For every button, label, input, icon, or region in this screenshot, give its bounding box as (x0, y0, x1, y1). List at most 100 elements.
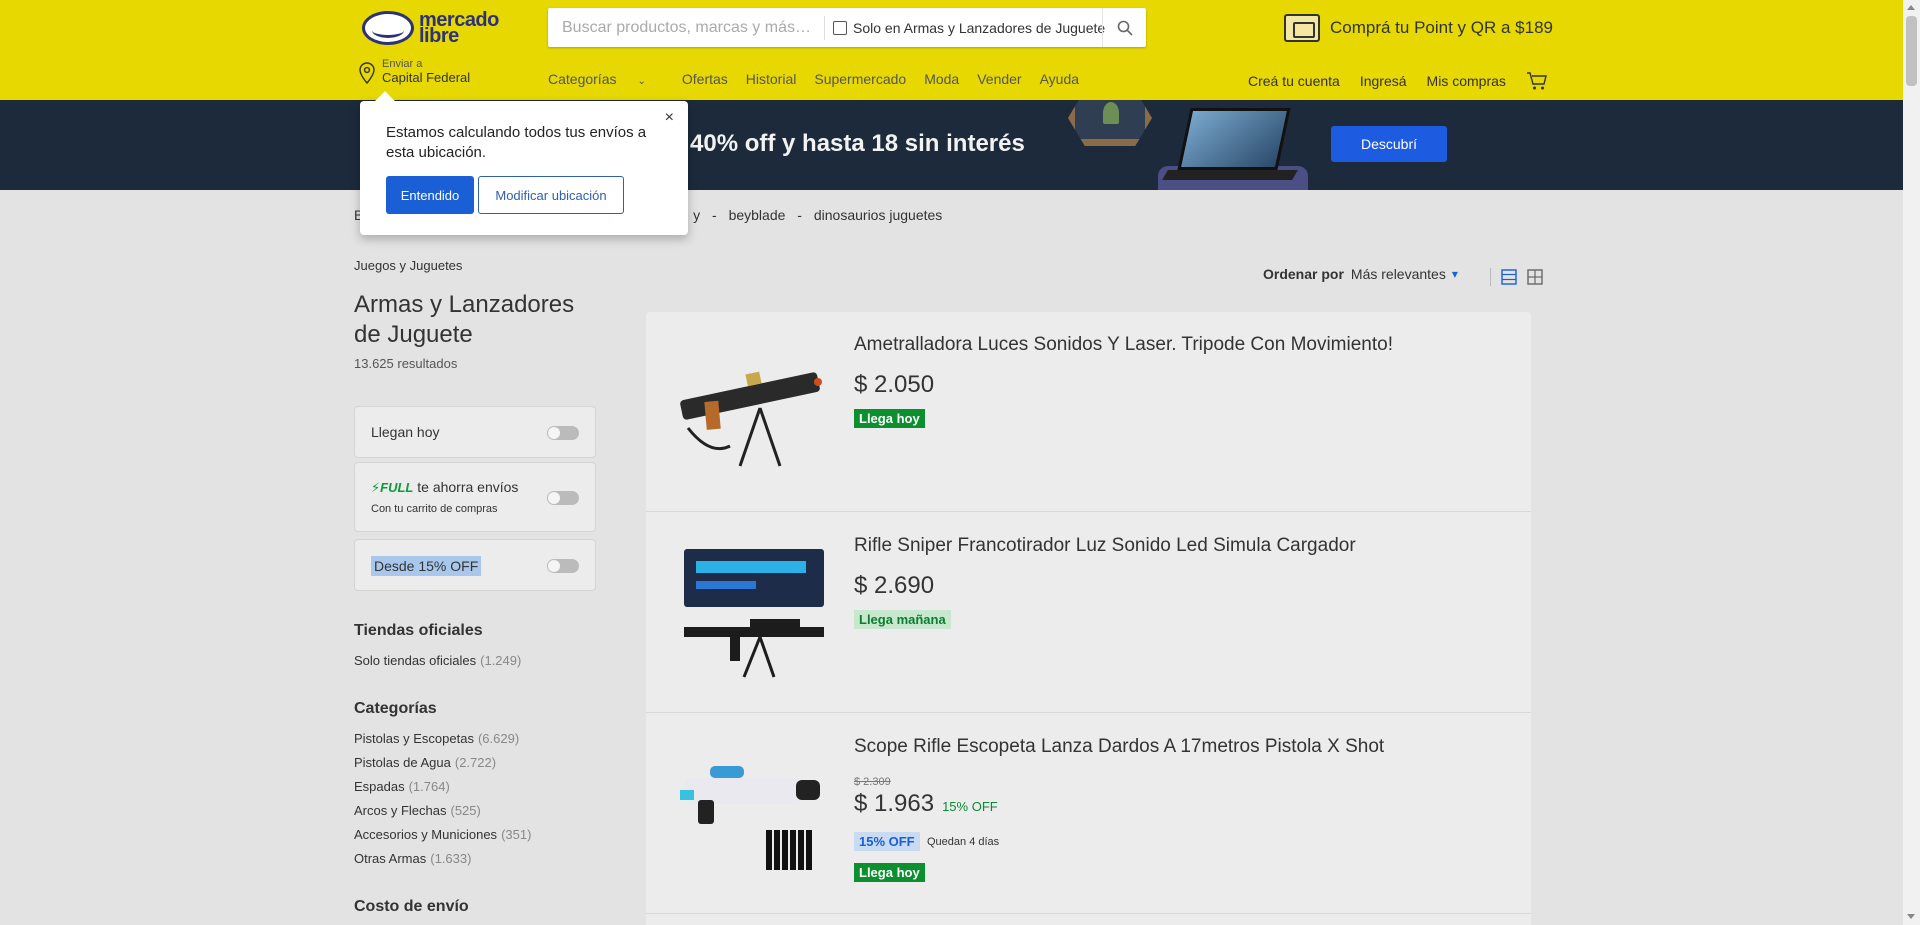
nav-historial[interactable]: Historial (746, 71, 797, 87)
results-list: Ametralladora Luces Sonidos Y Laser. Tri… (646, 312, 1531, 925)
delivery-badge: Llega mañana (854, 610, 951, 629)
list-view-icon[interactable] (1501, 269, 1517, 285)
banner-laptop-base (1162, 170, 1298, 180)
popup-message: Estamos calculando todos tus envíos a es… (386, 124, 647, 161)
categories-title: Categorías (354, 700, 437, 717)
delivery-badge: Llega hoy (854, 863, 925, 882)
product-image[interactable] (670, 336, 830, 488)
search-category-checkbox[interactable]: Solo en Armas y Lanzadores de Juguete (833, 20, 1105, 36)
nav-ofertas[interactable]: Ofertas (682, 71, 728, 87)
sort-value: Más relevantes (1350, 266, 1446, 282)
category-link[interactable]: Pistolas de Agua (2.722) (354, 755, 496, 770)
cart-icon[interactable] (1526, 71, 1548, 91)
list-item[interactable]: Ametralladora Luces Sonidos Y Laser. Tri… (646, 312, 1531, 512)
search-button[interactable] (1102, 8, 1146, 47)
official-stores-link[interactable]: Solo tiendas oficiales (1.249) (354, 653, 521, 668)
understood-button[interactable]: Entendido (386, 176, 474, 214)
filter-full-subtext: Con tu carrito de compras (371, 503, 498, 515)
full-brand: FULL (380, 480, 414, 495)
category-name: Espadas (354, 779, 405, 794)
promo-text: Comprá tu Point y QR a $189 (1330, 18, 1554, 37)
list-item[interactable]: Scope Rifle Escopeta Lanza Dardos A 17me… (646, 714, 1531, 914)
category-count: (1.764) (408, 779, 450, 794)
category-link[interactable]: Espadas (1.764) (354, 779, 450, 794)
view-toggle (1490, 268, 1543, 286)
promo-banner[interactable]: a 40% off y hasta 18 sin interés Descubr… (0, 100, 1903, 190)
product-price: $ 2.690 (854, 572, 935, 599)
filter-discount-toggle[interactable] (547, 559, 579, 573)
breadcrumb-item-dinosaurios[interactable]: dinosaurios juguetes (814, 207, 942, 223)
category-link[interactable]: Accesorios y Municiones (351) (354, 827, 531, 842)
sort-label: Ordenar por (1263, 266, 1344, 282)
nav-supermercado[interactable]: Supermercado (814, 71, 906, 87)
breadcrumb-item-beyblade[interactable]: beyblade (729, 207, 786, 223)
nav-categorias[interactable]: Categorías ⌄ (548, 71, 664, 87)
sort-control[interactable]: Ordenar por Más relevantes ▾ (1263, 266, 1458, 282)
full-logo: ⚡FULL (371, 480, 413, 495)
category-link[interactable]: Arcos y Flechas (525) (354, 803, 481, 818)
category-link[interactable]: Otras Armas (1.633) (354, 851, 471, 866)
category-link[interactable]: Pistolas y Escopetas (6.629) (354, 731, 519, 746)
nav-ayuda[interactable]: Ayuda (1040, 71, 1079, 87)
shipping-location[interactable]: Enviar a Capital Federal (358, 58, 470, 86)
category-count: (1.633) (430, 851, 472, 866)
search-filter-label: Solo en Armas y Lanzadores de Juguete (853, 19, 1106, 36)
close-icon[interactable]: × (665, 109, 674, 127)
banner-plant-illustration (1103, 102, 1119, 124)
breadcrumb-separator: - (712, 207, 717, 223)
category-name: Otras Armas (354, 851, 427, 866)
login-link[interactable]: Ingresá (1360, 73, 1407, 89)
product-price: $ 1.963 (854, 790, 935, 817)
results-count: 13.625 resultados (354, 356, 458, 371)
discover-button[interactable]: Descubrí (1331, 126, 1447, 162)
product-title[interactable]: Ametralladora Luces Sonidos Y Laser. Tri… (854, 334, 1393, 356)
location-pin-icon (359, 62, 375, 84)
list-item[interactable]: Rifle Sniper Francotirador Luz Sonido Le… (646, 513, 1531, 713)
create-account-link[interactable]: Creá tu cuenta (1248, 73, 1340, 89)
discount-percent: 15% OFF (942, 799, 998, 814)
breadcrumb-hidden-tail[interactable]: y (693, 207, 700, 223)
banner-laptop-illustration (1177, 108, 1291, 170)
search-input[interactable] (562, 18, 824, 37)
scroll-down-arrow-icon[interactable] (1907, 914, 1915, 919)
product-price: $ 2.050 (854, 371, 935, 398)
official-stores-count: (1.249) (480, 653, 522, 668)
filter-llegan-hoy: Llegan hoy (354, 406, 596, 458)
grid-view-icon[interactable] (1527, 269, 1543, 285)
search-bar: Solo en Armas y Lanzadores de Juguete (548, 8, 1146, 47)
category-count: (351) (501, 827, 532, 842)
filter-llegan-hoy-toggle[interactable] (547, 426, 579, 440)
scroll-up-arrow-icon[interactable] (1907, 5, 1915, 10)
shipping-cost-title: Costo de envío (354, 898, 469, 915)
filter-discount-tag: Desde 15% OFF (371, 556, 482, 576)
nav-moda[interactable]: Moda (924, 71, 959, 87)
category-name: Arcos y Flechas (354, 803, 447, 818)
filter-full-toggle[interactable] (547, 491, 579, 505)
sidebar-category[interactable]: Juegos y Juguetes (354, 258, 462, 273)
scroll-thumb[interactable] (1906, 16, 1917, 86)
scrollbar[interactable] (1903, 0, 1920, 925)
filter-full: ⚡FULL te ahorra envíos Con tu carrito de… (354, 462, 596, 532)
promo-point[interactable]: Comprá tu Point y QR a $189 (1284, 14, 1553, 42)
location-popup: Estamos calculando todos tus envíos a es… (360, 91, 688, 235)
product-image[interactable] (670, 738, 830, 890)
category-name: Pistolas de Agua (354, 755, 451, 770)
banner-text: a 40% off y hasta 18 sin interés (670, 130, 1025, 157)
category-count: (525) (450, 803, 481, 818)
filter-discount: Desde 15% OFF (354, 539, 596, 591)
mercadolibre-logo[interactable]: mercado libre (362, 10, 502, 46)
discount-tag: 15% OFF (854, 832, 920, 851)
category-count: (6.629) (477, 731, 520, 746)
nav-categorias-label: Categorías (548, 71, 617, 87)
change-location-button[interactable]: Modificar ubicación (478, 176, 624, 214)
chevron-down-icon: ▾ (1451, 267, 1458, 281)
checkbox-icon[interactable] (833, 20, 847, 35)
product-image[interactable] (670, 537, 830, 689)
delivery-badge: Llega hoy (854, 409, 925, 428)
product-title[interactable]: Rifle Sniper Francotirador Luz Sonido Le… (854, 535, 1356, 557)
product-old-price: $ 2.309 (854, 776, 891, 788)
nav-vender[interactable]: Vender (977, 71, 1021, 87)
my-purchases-link[interactable]: Mis compras (1427, 73, 1506, 89)
official-stores-title: Tiendas oficiales (354, 622, 483, 639)
product-title[interactable]: Scope Rifle Escopeta Lanza Dardos A 17me… (854, 736, 1384, 758)
